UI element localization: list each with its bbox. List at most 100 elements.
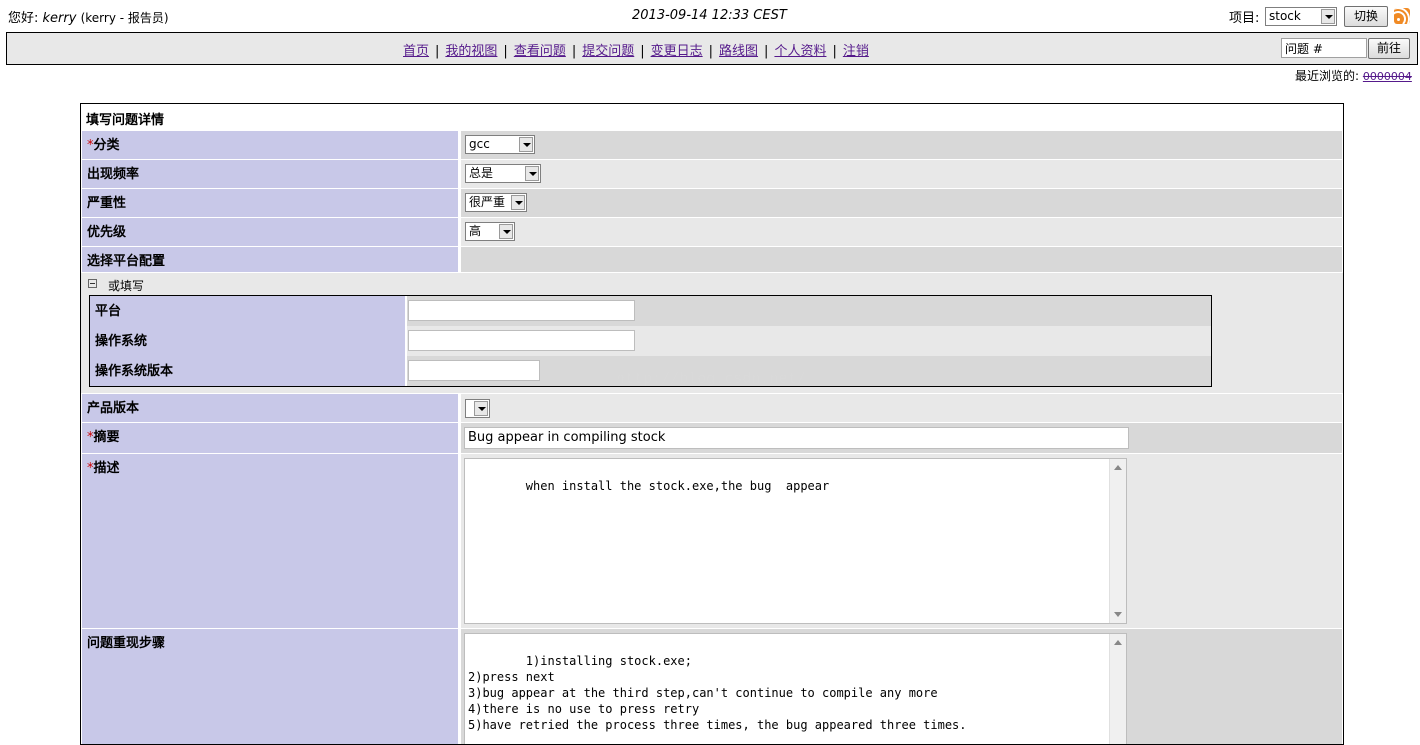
platform-profile-row: 选择平台配置 (81, 247, 1343, 272)
product-version-row: 产品版本 (81, 394, 1343, 422)
nav-separator: | (435, 44, 440, 59)
nav-link-roadmap[interactable]: 路线图 (719, 44, 758, 59)
greeting-prefix: 您好: (8, 11, 39, 26)
scroll-up-icon[interactable] (1114, 465, 1122, 470)
reproducibility-label: 出现频率 (82, 160, 458, 188)
platform-profile-field (461, 247, 1342, 272)
severity-label: 严重性 (82, 189, 458, 217)
report-issue-form: 填写问题详情 *分类 gcc 出现频率 总是 严重性 很严重 优先级 高 选择平… (80, 103, 1344, 745)
nav-separator: | (503, 44, 508, 59)
main-nav-bar: 首页 | 我的视图 | 查看问题 | 提交问题 | 变更日志 | 路线图 | 个人资料 | 注销 前往 (6, 32, 1418, 65)
platform-label: 平台 (90, 296, 405, 326)
chevron-down-icon (519, 137, 533, 152)
nav-separator: | (640, 44, 645, 59)
priority-row: 优先级 高 (81, 218, 1343, 246)
or-fill-label: 或填写 (108, 279, 145, 293)
reproducibility-row: 出现频率 总是 (81, 160, 1343, 188)
user-greeting: 您好: kerry (kerry - 报告员) (8, 7, 169, 26)
project-label: 项目: (1229, 11, 1260, 26)
nav-separator: | (764, 44, 769, 59)
product-version-select[interactable] (465, 399, 490, 418)
reproducibility-select-value: 总是 (469, 166, 494, 180)
scroll-up-icon[interactable] (1114, 640, 1122, 645)
nav-separator: | (571, 44, 577, 59)
steps-field: 1)installing stock.exe; 2)press next 3)b… (461, 629, 1342, 744)
chevron-down-icon (1321, 9, 1335, 24)
description-row: *描述 when install the stock.exe,the bug a… (81, 454, 1343, 628)
reproducibility-select[interactable]: 总是 (465, 164, 541, 183)
chevron-down-icon (511, 195, 525, 210)
top-bar: 您好: kerry (kerry - 报告员) 2013-09-14 12:33… (0, 0, 1420, 31)
description-label: *描述 (82, 454, 458, 628)
recently-viewed: 最近浏览的: 0000004 (1295, 67, 1412, 84)
chevron-down-icon (525, 166, 539, 181)
steps-text: 1)installing stock.exe; 2)press next 3)b… (468, 654, 967, 732)
reproducibility-field: 总是 (461, 160, 1342, 188)
severity-row: 严重性 很严重 (81, 189, 1343, 217)
nav-link-my-view[interactable]: 我的视图 (445, 44, 497, 59)
product-version-field (461, 394, 1342, 422)
nav-links: 首页 | 我的视图 | 查看问题 | 提交问题 | 变更日志 | 路线图 | 个人资料 | 注销 (403, 40, 869, 59)
os-field (407, 326, 1211, 356)
chevron-down-icon (474, 401, 488, 416)
switch-project-button[interactable]: 切换 (1344, 6, 1388, 27)
severity-select-value: 很严重 (469, 195, 506, 209)
watermark-text: http://blog.csdn.net/ (616, 369, 806, 387)
go-to-issue-button[interactable]: 前往 (1368, 38, 1410, 59)
description-textarea[interactable]: when install the stock.exe,the bug appea… (464, 458, 1127, 624)
severity-select[interactable]: 很严重 (465, 193, 527, 212)
recently-viewed-label: 最近浏览的: (1295, 69, 1360, 83)
project-select[interactable]: stock (1265, 7, 1337, 26)
product-version-label: 产品版本 (82, 394, 458, 422)
os-version-input[interactable] (408, 360, 540, 381)
nav-link-home[interactable]: 首页 (403, 44, 429, 59)
nav-separator: | (832, 44, 837, 59)
recent-issue-link[interactable]: 0000004 (1363, 70, 1412, 83)
username: kerry (42, 11, 77, 26)
issue-jump-input[interactable] (1281, 38, 1367, 58)
nav-link-changelog[interactable]: 变更日志 (651, 44, 703, 59)
priority-select[interactable]: 高 (465, 222, 515, 241)
priority-field: 高 (461, 218, 1342, 246)
nav-link-my-account[interactable]: 个人资料 (774, 44, 826, 59)
os-row: 操作系统 (90, 326, 1211, 356)
nav-link-report-issue[interactable]: 提交问题 (582, 44, 634, 59)
steps-label: 问题重现步骤 (82, 629, 458, 744)
summary-field: Bug appear in compiling stock (461, 423, 1342, 453)
rss-feed-icon[interactable] (1394, 8, 1410, 24)
platform-profile-label: 选择平台配置 (82, 247, 458, 272)
steps-scrollbar[interactable] (1109, 634, 1126, 744)
project-select-value: stock (1269, 9, 1301, 23)
current-datetime: 2013-09-14 12:33 CEST (632, 8, 787, 23)
description-text: when install the stock.exe,the bug appea… (525, 479, 830, 493)
priority-label: 优先级 (82, 218, 458, 246)
category-label: *分类 (82, 131, 458, 159)
priority-select-value: 高 (469, 224, 482, 238)
category-select-value: gcc (469, 137, 490, 151)
os-input[interactable] (408, 330, 635, 351)
platform-field (407, 296, 1211, 326)
category-select[interactable]: gcc (465, 135, 535, 154)
severity-field: 很严重 (461, 189, 1342, 217)
summary-input[interactable]: Bug appear in compiling stock (464, 427, 1129, 449)
summary-row: *摘要 Bug appear in compiling stock (81, 423, 1343, 453)
form-title-row: 填写问题详情 (81, 104, 1343, 130)
os-version-field (407, 356, 1211, 386)
nav-separator: | (708, 44, 714, 59)
platform-row: 平台 (90, 296, 1211, 326)
category-row: *分类 gcc (81, 131, 1343, 159)
summary-label: *摘要 (82, 423, 458, 453)
nav-link-logout[interactable]: 注销 (843, 44, 869, 59)
description-scrollbar[interactable] (1109, 459, 1126, 623)
form-title: 填写问题详情 (86, 113, 165, 128)
os-label: 操作系统 (90, 326, 405, 356)
nav-link-view-issues[interactable]: 查看问题 (514, 44, 566, 59)
chevron-down-icon (499, 224, 513, 239)
minus-square-icon[interactable] (88, 279, 97, 288)
user-role: (kerry - 报告员) (80, 11, 169, 25)
scroll-down-icon[interactable] (1114, 612, 1122, 617)
category-field: gcc (461, 131, 1342, 159)
steps-textarea[interactable]: 1)installing stock.exe; 2)press next 3)b… (464, 633, 1127, 744)
steps-row: 问题重现步骤 1)installing stock.exe; 2)press n… (81, 629, 1343, 744)
platform-input[interactable] (408, 300, 635, 321)
